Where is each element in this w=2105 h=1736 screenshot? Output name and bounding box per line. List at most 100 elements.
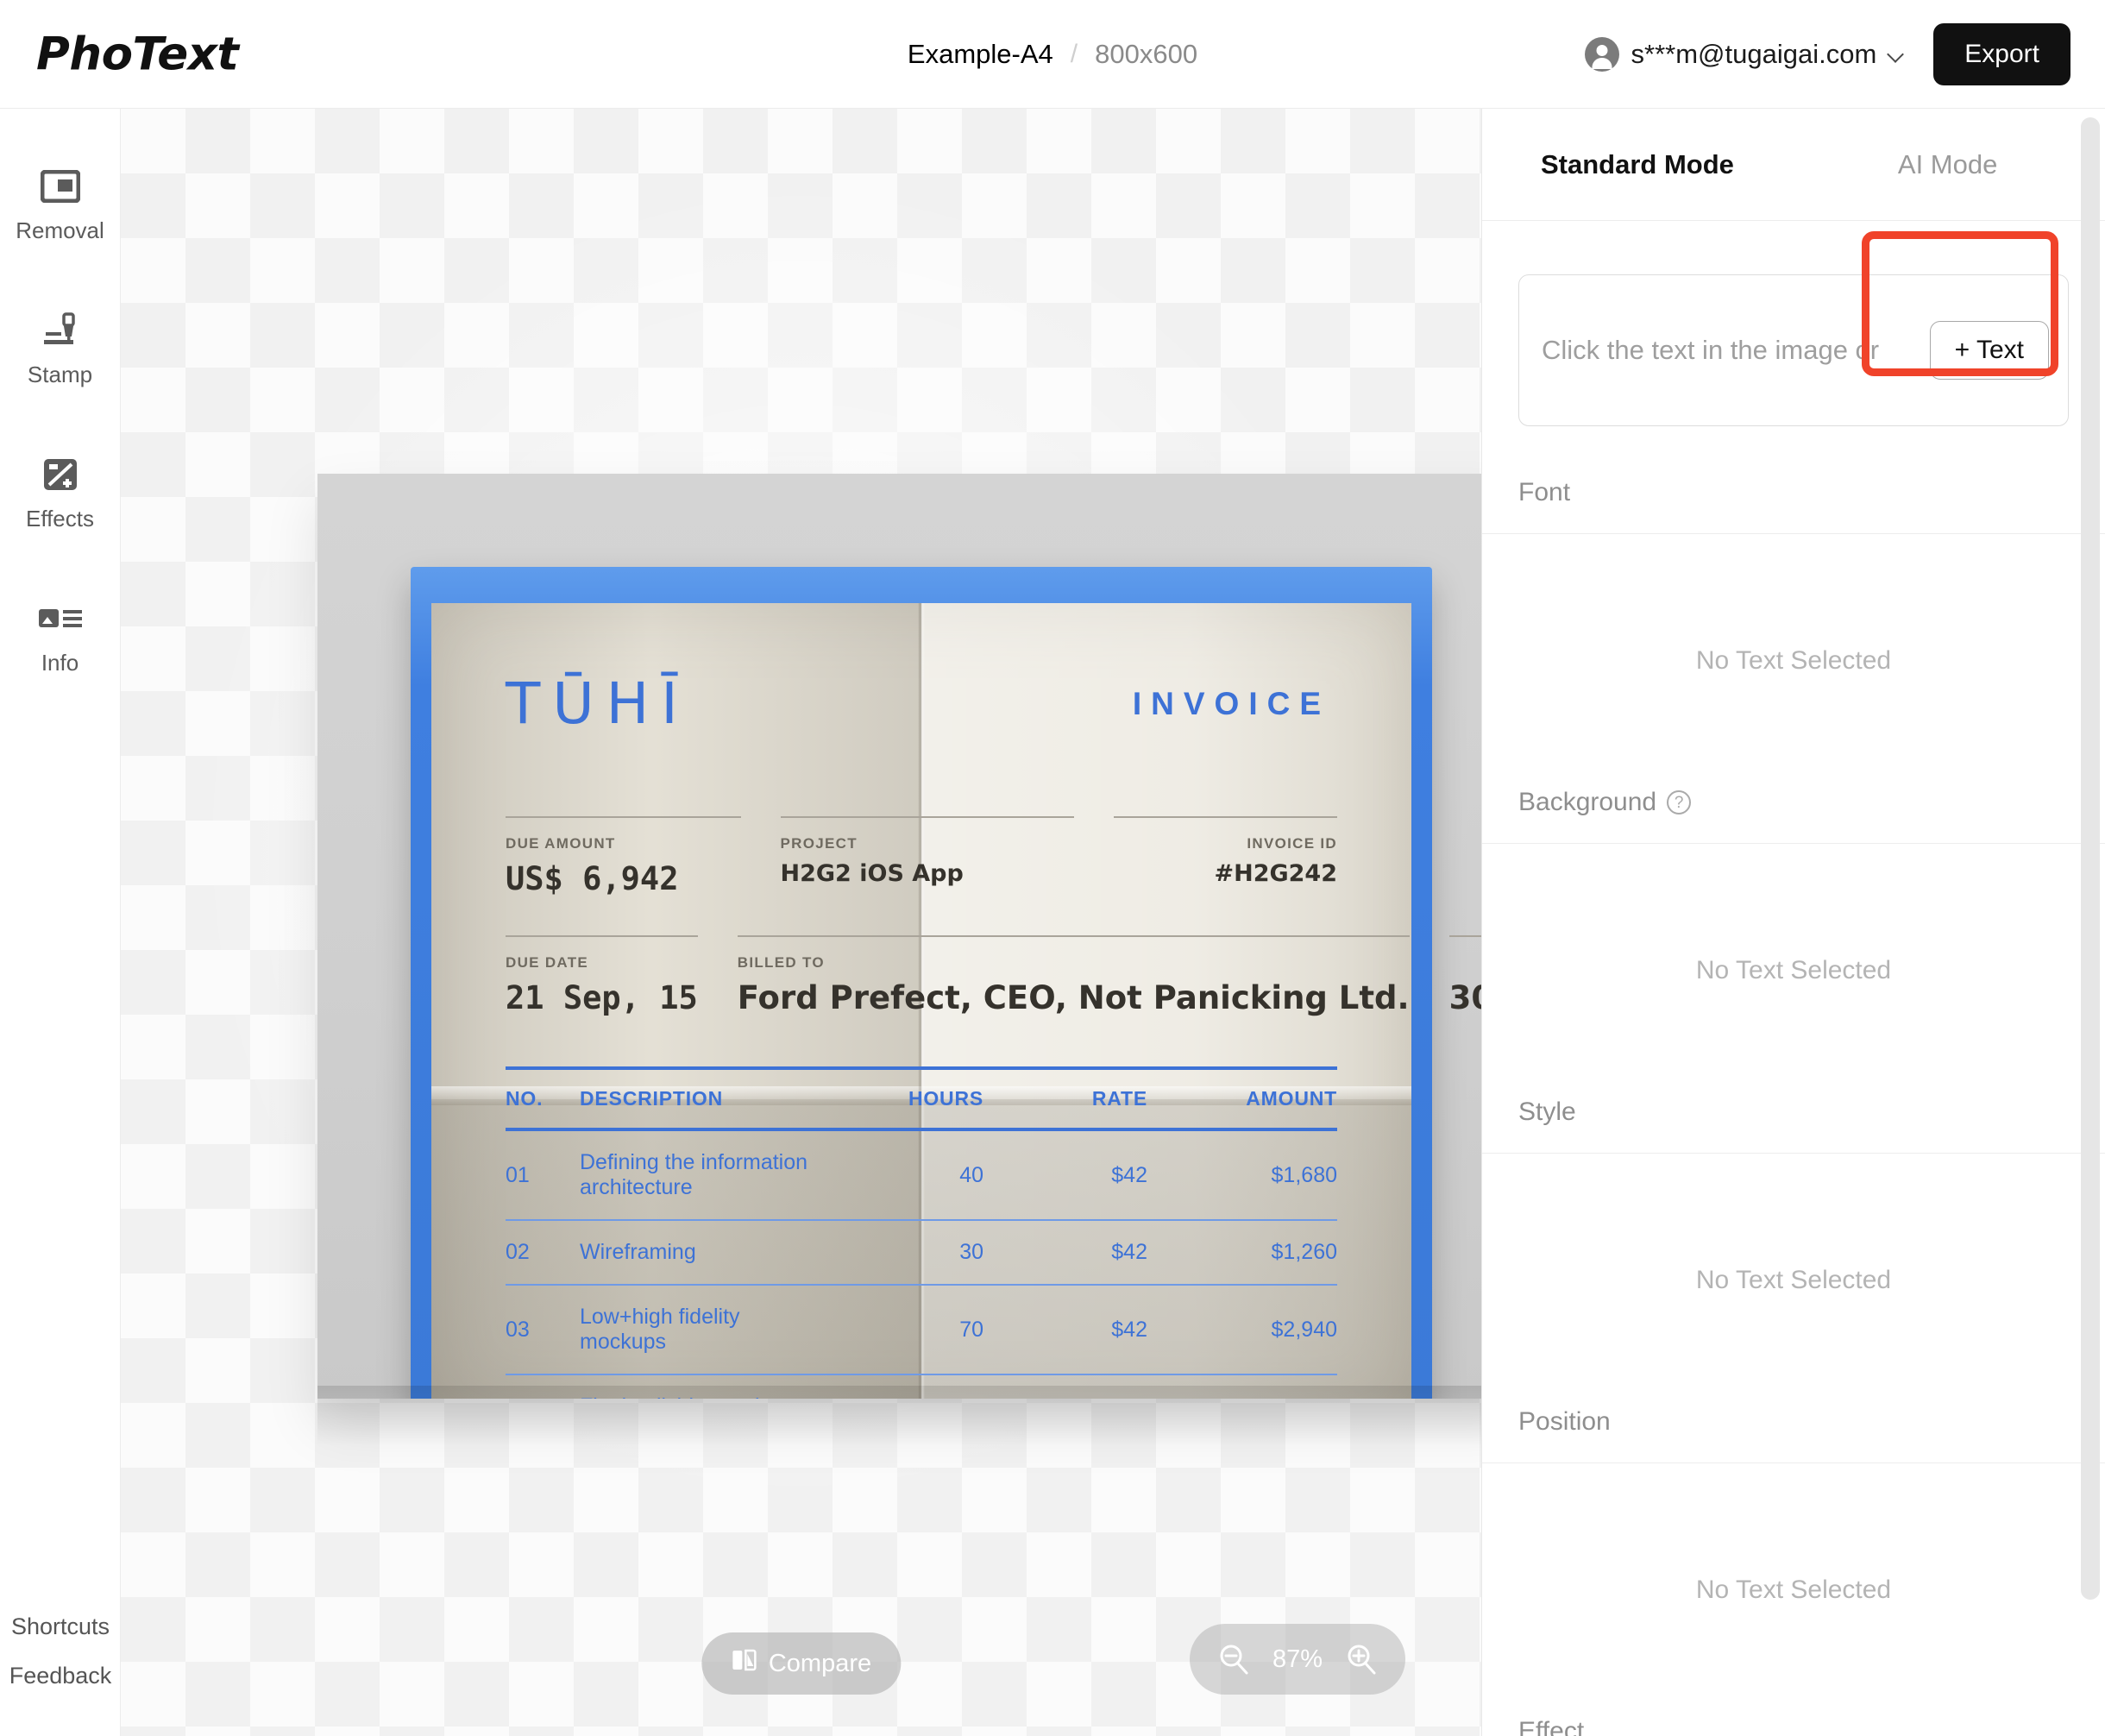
brochure-page: TŪHĪ INVOICE DUE AMOUNT US$ 6,942 [431, 603, 1411, 1399]
field-rule [1114, 816, 1337, 818]
table-row: 04 Final polishing and asset creation 35… [506, 1375, 1337, 1399]
help-icon[interactable]: ? [1667, 790, 1691, 815]
removal-icon [0, 166, 121, 207]
field-rule [506, 816, 741, 818]
section-title: Font [1518, 478, 1570, 507]
field-label: PROJECT [781, 835, 1075, 852]
tab-ai-mode[interactable]: AI Mode [1898, 149, 1997, 180]
avatar [1585, 37, 1619, 72]
field-rule [506, 935, 698, 937]
text-entry-section: Click the text in the image or + Text [1482, 221, 2105, 478]
column-header: AMOUNT [1147, 1087, 1337, 1110]
header-actions: s***m@tugaigai.com Export [1585, 23, 2070, 85]
cell-rate: $42 [983, 1240, 1147, 1265]
table-row: 02 Wireframing 30 $42 $1,260 [506, 1221, 1337, 1284]
zoom-controls: 87% [1190, 1624, 1405, 1695]
document-size: 800x600 [1095, 39, 1197, 70]
cell-rate: $42 [983, 1318, 1147, 1343]
app-body: Removal Stamp [0, 109, 2105, 1736]
invoice-title: INVOICE [1133, 686, 1330, 722]
stamp-icon [0, 310, 121, 351]
feedback-link[interactable]: Feedback [9, 1663, 112, 1689]
column-header: RATE [983, 1087, 1147, 1110]
field-value: US$ 6,942 [506, 860, 741, 897]
field-value: 21 Sep, 15 [506, 979, 698, 1016]
chevron-down-icon [1888, 47, 1904, 62]
app-logo: PhoText [36, 28, 238, 80]
user-email: s***m@tugaigai.com [1631, 39, 1877, 70]
zoom-level: 87% [1264, 1645, 1331, 1674]
export-button[interactable]: Export [1933, 23, 2070, 85]
breadcrumb: Example-A4 / 800x600 [908, 39, 1197, 70]
add-text-button[interactable]: + Text [1930, 321, 2049, 380]
sidebar-item-label: Info [0, 650, 121, 676]
cell-rate: $42 [983, 1163, 1147, 1188]
position-section: Position No Text Selected [1482, 1407, 2105, 1717]
table-row: 01 Defining the information architecture… [506, 1131, 1337, 1219]
sidebar-item-effects[interactable]: Effects [0, 431, 121, 550]
invoice-brand: TŪHĪ [506, 670, 690, 737]
zoom-in-button[interactable] [1336, 1634, 1386, 1684]
editor-canvas[interactable]: TŪHĪ INVOICE DUE AMOUNT US$ 6,942 [121, 109, 1481, 1736]
field-label: INVOICE ID [1114, 835, 1337, 852]
invoice-field: INVOICE ID #H2G242 [1114, 816, 1337, 897]
properties-panel: Standard Mode AI Mode Click the text in … [1481, 109, 2105, 1736]
document-name[interactable]: Example-A4 [908, 39, 1053, 70]
panel-scroll-area: Click the text in the image or + Text Fo… [1482, 221, 2105, 1736]
brochure-spread: TŪHĪ INVOICE DUE AMOUNT US$ 6,942 [411, 567, 1432, 1399]
cell-no: 01 [506, 1163, 580, 1188]
cell-description: Final polishing and asset creation [580, 1394, 820, 1399]
invoice-field: BILLED TO Ford Prefect, CEO, Not Panicki… [738, 935, 1449, 1016]
tab-standard-mode[interactable]: Standard Mode [1541, 149, 1734, 180]
invoice-field: DUE DATE 21 Sep, 15 [506, 935, 738, 1016]
compare-icon [731, 1647, 757, 1680]
section-title: Style [1518, 1098, 1576, 1127]
app-header: PhoText Example-A4 / 800x600 s***m@tugai… [0, 0, 2105, 109]
column-header: HOURS [820, 1087, 983, 1110]
table-row: 03 Low+high fidelity mockups 70 $42 $2,9… [506, 1286, 1337, 1374]
compare-label: Compare [769, 1650, 871, 1678]
section-header: Font [1482, 478, 2105, 534]
rail-links: Shortcuts Feedback [0, 1613, 121, 1689]
cell-hours: 70 [820, 1318, 983, 1343]
background-section: Background ? No Text Selected [1482, 788, 2105, 1098]
image-mockup[interactable]: TŪHĪ INVOICE DUE AMOUNT US$ 6,942 [317, 474, 1481, 1399]
zoom-out-button[interactable] [1209, 1634, 1259, 1684]
field-rule [781, 816, 1075, 818]
cell-no: 02 [506, 1240, 580, 1265]
section-empty-state: No Text Selected [1482, 1154, 2105, 1407]
breadcrumb-separator: / [1071, 40, 1078, 69]
compare-button[interactable]: Compare [701, 1632, 901, 1695]
invoice-field: PROJECT H2G2 iOS App [781, 816, 1115, 897]
mode-tabs: Standard Mode AI Mode [1482, 109, 2105, 221]
invoice-header: TŪHĪ INVOICE [506, 670, 1337, 737]
section-empty-state: No Text Selected [1482, 844, 2105, 1098]
sidebar-item-info[interactable]: Info [0, 576, 121, 694]
text-input-box[interactable]: Click the text in the image or + Text [1518, 274, 2069, 426]
user-menu[interactable]: s***m@tugaigai.com [1585, 37, 1905, 72]
cell-no: 03 [506, 1318, 580, 1343]
zoom-out-icon [1215, 1640, 1253, 1678]
section-header: Style [1482, 1098, 2105, 1154]
cell-description: Wireframing [580, 1240, 820, 1265]
sidebar-item-removal[interactable]: Removal [0, 143, 121, 261]
field-label: DUE DATE [506, 954, 698, 972]
invoice-table: NO. DESCRIPTION HOURS RATE AMOUNT 01 Def [506, 1066, 1337, 1399]
field-label: BILLED TO [738, 954, 1410, 972]
column-header: NO. [506, 1087, 580, 1110]
cell-description: Defining the information architecture [580, 1150, 820, 1200]
table-header-row: NO. DESCRIPTION HOURS RATE AMOUNT [506, 1070, 1337, 1128]
invoice-field: DUE AMOUNT US$ 6,942 [506, 816, 781, 897]
field-rule [738, 935, 1410, 937]
tool-rail: Removal Stamp [0, 109, 121, 1736]
info-icon [0, 598, 121, 639]
sidebar-item-stamp[interactable]: Stamp [0, 287, 121, 406]
column-header: DESCRIPTION [580, 1087, 820, 1110]
field-value: H2G2 iOS App [781, 860, 1075, 887]
app-root: PhoText Example-A4 / 800x600 s***m@tugai… [0, 0, 2105, 1736]
section-header: Position [1482, 1407, 2105, 1463]
shortcuts-link[interactable]: Shortcuts [11, 1613, 110, 1640]
cell-amount: $2,940 [1147, 1318, 1337, 1343]
panel-scrollbar[interactable] [2081, 117, 2100, 1600]
cell-description: Low+high fidelity mockups [580, 1305, 820, 1355]
